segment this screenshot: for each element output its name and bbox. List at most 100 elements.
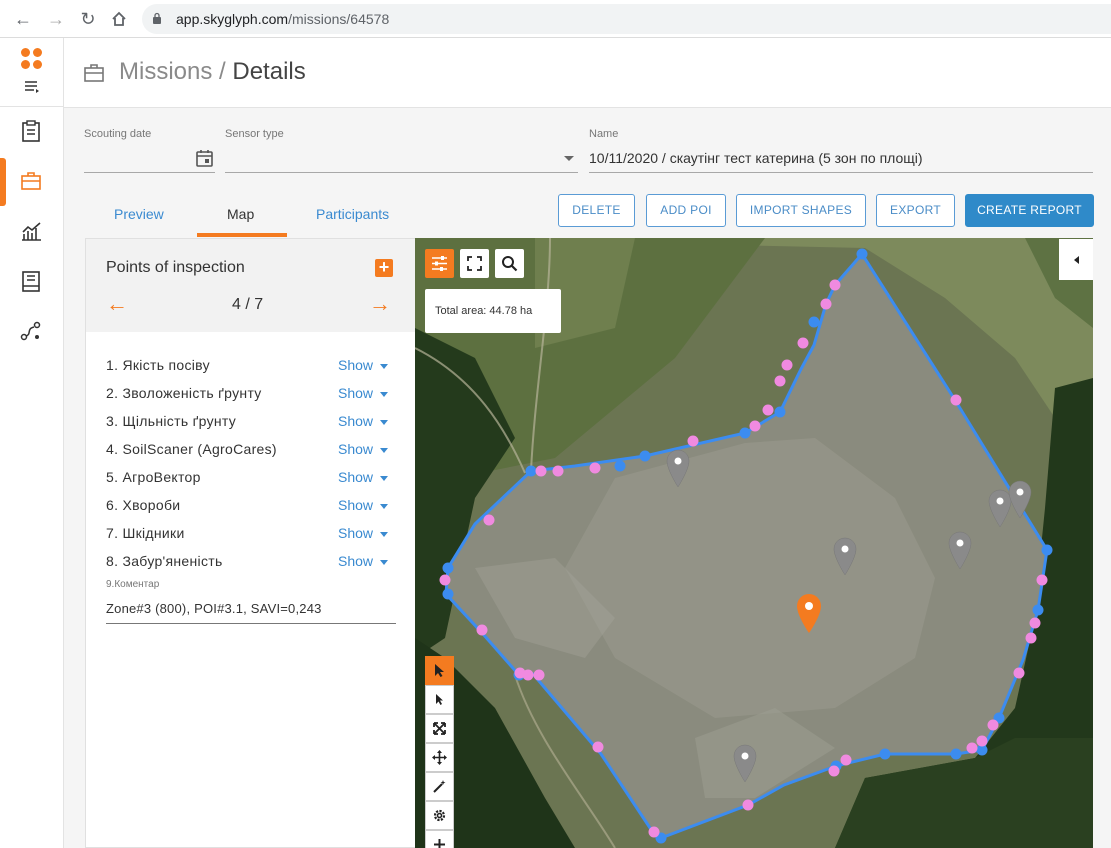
briefcase-icon: [84, 64, 104, 82]
route-icon: [20, 321, 41, 341]
collapse-panel-button[interactable]: [1059, 239, 1093, 280]
clipboard-icon: [22, 120, 40, 142]
active-poi-marker[interactable]: [797, 594, 821, 633]
zoom-in-button[interactable]: [425, 830, 454, 848]
home-icon[interactable]: [108, 8, 130, 30]
fullscreen-button[interactable]: [460, 249, 489, 278]
chevron-down-icon[interactable]: [564, 156, 574, 161]
sensor-type-label: Sensor type: [225, 128, 284, 140]
poi-item: 5. АгроВектор: [106, 469, 201, 485]
show-toggle[interactable]: Show: [338, 385, 373, 401]
import-shapes-button[interactable]: IMPORT SHAPES: [736, 194, 866, 227]
map-search-button[interactable]: [495, 249, 524, 278]
magic-wand-tool-button[interactable]: [425, 772, 454, 801]
name-input[interactable]: 10/11/2020 / скаутінг тест катерина (5 з…: [589, 150, 923, 166]
settings-tool-button[interactable]: [425, 801, 454, 830]
caret-down-icon[interactable]: [380, 476, 388, 481]
tab-preview[interactable]: Preview: [114, 206, 164, 222]
nav-reports[interactable]: [0, 258, 64, 306]
calendar-icon[interactable]: [196, 149, 213, 167]
tab-map[interactable]: Map: [227, 206, 254, 222]
report-icon: [22, 271, 40, 292]
show-toggle[interactable]: Show: [338, 441, 373, 457]
move-icon: [432, 750, 447, 765]
briefcase-icon: [21, 172, 41, 190]
poi-panel: Points of inspection + ← 4 / 7 → 1. Якіс…: [85, 238, 416, 848]
nav-analytics[interactable]: [0, 208, 64, 256]
scale-tool-button[interactable]: [425, 714, 454, 743]
show-toggle[interactable]: Show: [338, 553, 373, 569]
caret-down-icon[interactable]: [380, 364, 388, 369]
chart-icon: [22, 222, 41, 241]
browser-toolbar: ← → ↻ app.skyglyph.com/missions/64578: [0, 0, 1111, 38]
poi-panel-header: Points of inspection + ← 4 / 7 →: [86, 239, 415, 332]
comment-input[interactable]: Zone#3 (800), POI#3.1, SAVI=0,243: [106, 601, 322, 616]
forward-icon[interactable]: →: [45, 8, 67, 30]
move-tool-button[interactable]: [425, 743, 454, 772]
select-arrow-icon: [435, 664, 444, 677]
back-icon[interactable]: ←: [12, 8, 34, 30]
nav-clipboard[interactable]: [0, 108, 64, 156]
total-area-label: Total area: 44.78 ha: [425, 289, 561, 333]
show-toggle[interactable]: Show: [338, 413, 373, 429]
breadcrumb-missions[interactable]: Missions: [119, 58, 212, 85]
direct-select-tool-button[interactable]: [425, 685, 454, 714]
scouting-date-underline: [84, 172, 215, 173]
show-toggle[interactable]: Show: [338, 469, 373, 485]
breadcrumb: Missions / Details: [119, 58, 306, 85]
lock-icon: [153, 12, 161, 24]
poi-item: 7. Шкідники: [106, 525, 185, 541]
caret-down-icon[interactable]: [380, 560, 388, 565]
reload-icon[interactable]: ↻: [77, 8, 99, 30]
satellite-map[interactable]: Total area: 44.78 ha: [415, 238, 1093, 848]
comment-label: 9.Коментар: [106, 579, 160, 590]
export-button[interactable]: EXPORT: [876, 194, 955, 227]
scale-icon: [433, 722, 446, 735]
active-tab-indicator: [197, 233, 287, 237]
add-poi-button[interactable]: ADD POI: [646, 194, 726, 227]
menu-icon[interactable]: [24, 80, 40, 94]
nav-missions[interactable]: [0, 158, 64, 206]
side-navigation: [0, 38, 64, 848]
delete-button[interactable]: DELETE: [558, 194, 635, 227]
search-icon: [502, 256, 518, 272]
add-poi-icon[interactable]: +: [375, 258, 393, 277]
show-toggle[interactable]: Show: [338, 357, 373, 373]
mission-details: Scouting date Sensor type Name 10/11/202…: [64, 108, 1111, 848]
poi-counter: 4 / 7: [232, 296, 264, 313]
sensor-type-underline: [225, 172, 578, 173]
name-underline: [589, 172, 1093, 173]
app-logo-icon[interactable]: [21, 48, 43, 70]
previous-poi-arrow-icon[interactable]: ←: [106, 291, 128, 317]
caret-down-icon[interactable]: [380, 532, 388, 537]
tab-participants[interactable]: Participants: [316, 206, 389, 222]
fullscreen-icon: [467, 256, 482, 271]
show-toggle[interactable]: Show: [338, 497, 373, 513]
address-bar[interactable]: app.skyglyph.com/missions/64578: [142, 4, 1111, 34]
next-poi-arrow-icon[interactable]: →: [369, 291, 391, 317]
poi-item: 1. Якість посіву: [106, 357, 210, 373]
settings-sliders-icon: [432, 256, 447, 271]
url-text: app.skyglyph.com/missions/64578: [176, 11, 390, 27]
comment-underline: [106, 623, 396, 624]
settings-gear-icon: [433, 809, 446, 822]
page-header: Missions / Details: [64, 38, 1111, 108]
magic-wand-icon: [433, 780, 446, 793]
caret-down-icon[interactable]: [380, 504, 388, 509]
plus-icon: [434, 839, 445, 848]
select-tool-button[interactable]: [425, 656, 454, 685]
caret-down-icon[interactable]: [380, 420, 388, 425]
create-report-button[interactable]: CREATE REPORT: [965, 194, 1094, 227]
poi-item: 3. Щільність ґрунту: [106, 413, 237, 429]
poi-item: 8. Забур'яненість: [106, 553, 223, 569]
show-toggle[interactable]: Show: [338, 525, 373, 541]
poi-item: 4. SoilScaner (AgroCares): [106, 441, 277, 457]
caret-down-icon[interactable]: [380, 448, 388, 453]
poi-item: 2. Зволоженість ґрунту: [106, 385, 262, 401]
caret-down-icon[interactable]: [380, 392, 388, 397]
name-label: Name: [589, 128, 619, 140]
poi-item: 6. Хвороби: [106, 497, 181, 513]
nav-routes[interactable]: [0, 308, 64, 356]
layers-settings-button[interactable]: [425, 249, 454, 278]
rail-divider: [0, 106, 64, 107]
